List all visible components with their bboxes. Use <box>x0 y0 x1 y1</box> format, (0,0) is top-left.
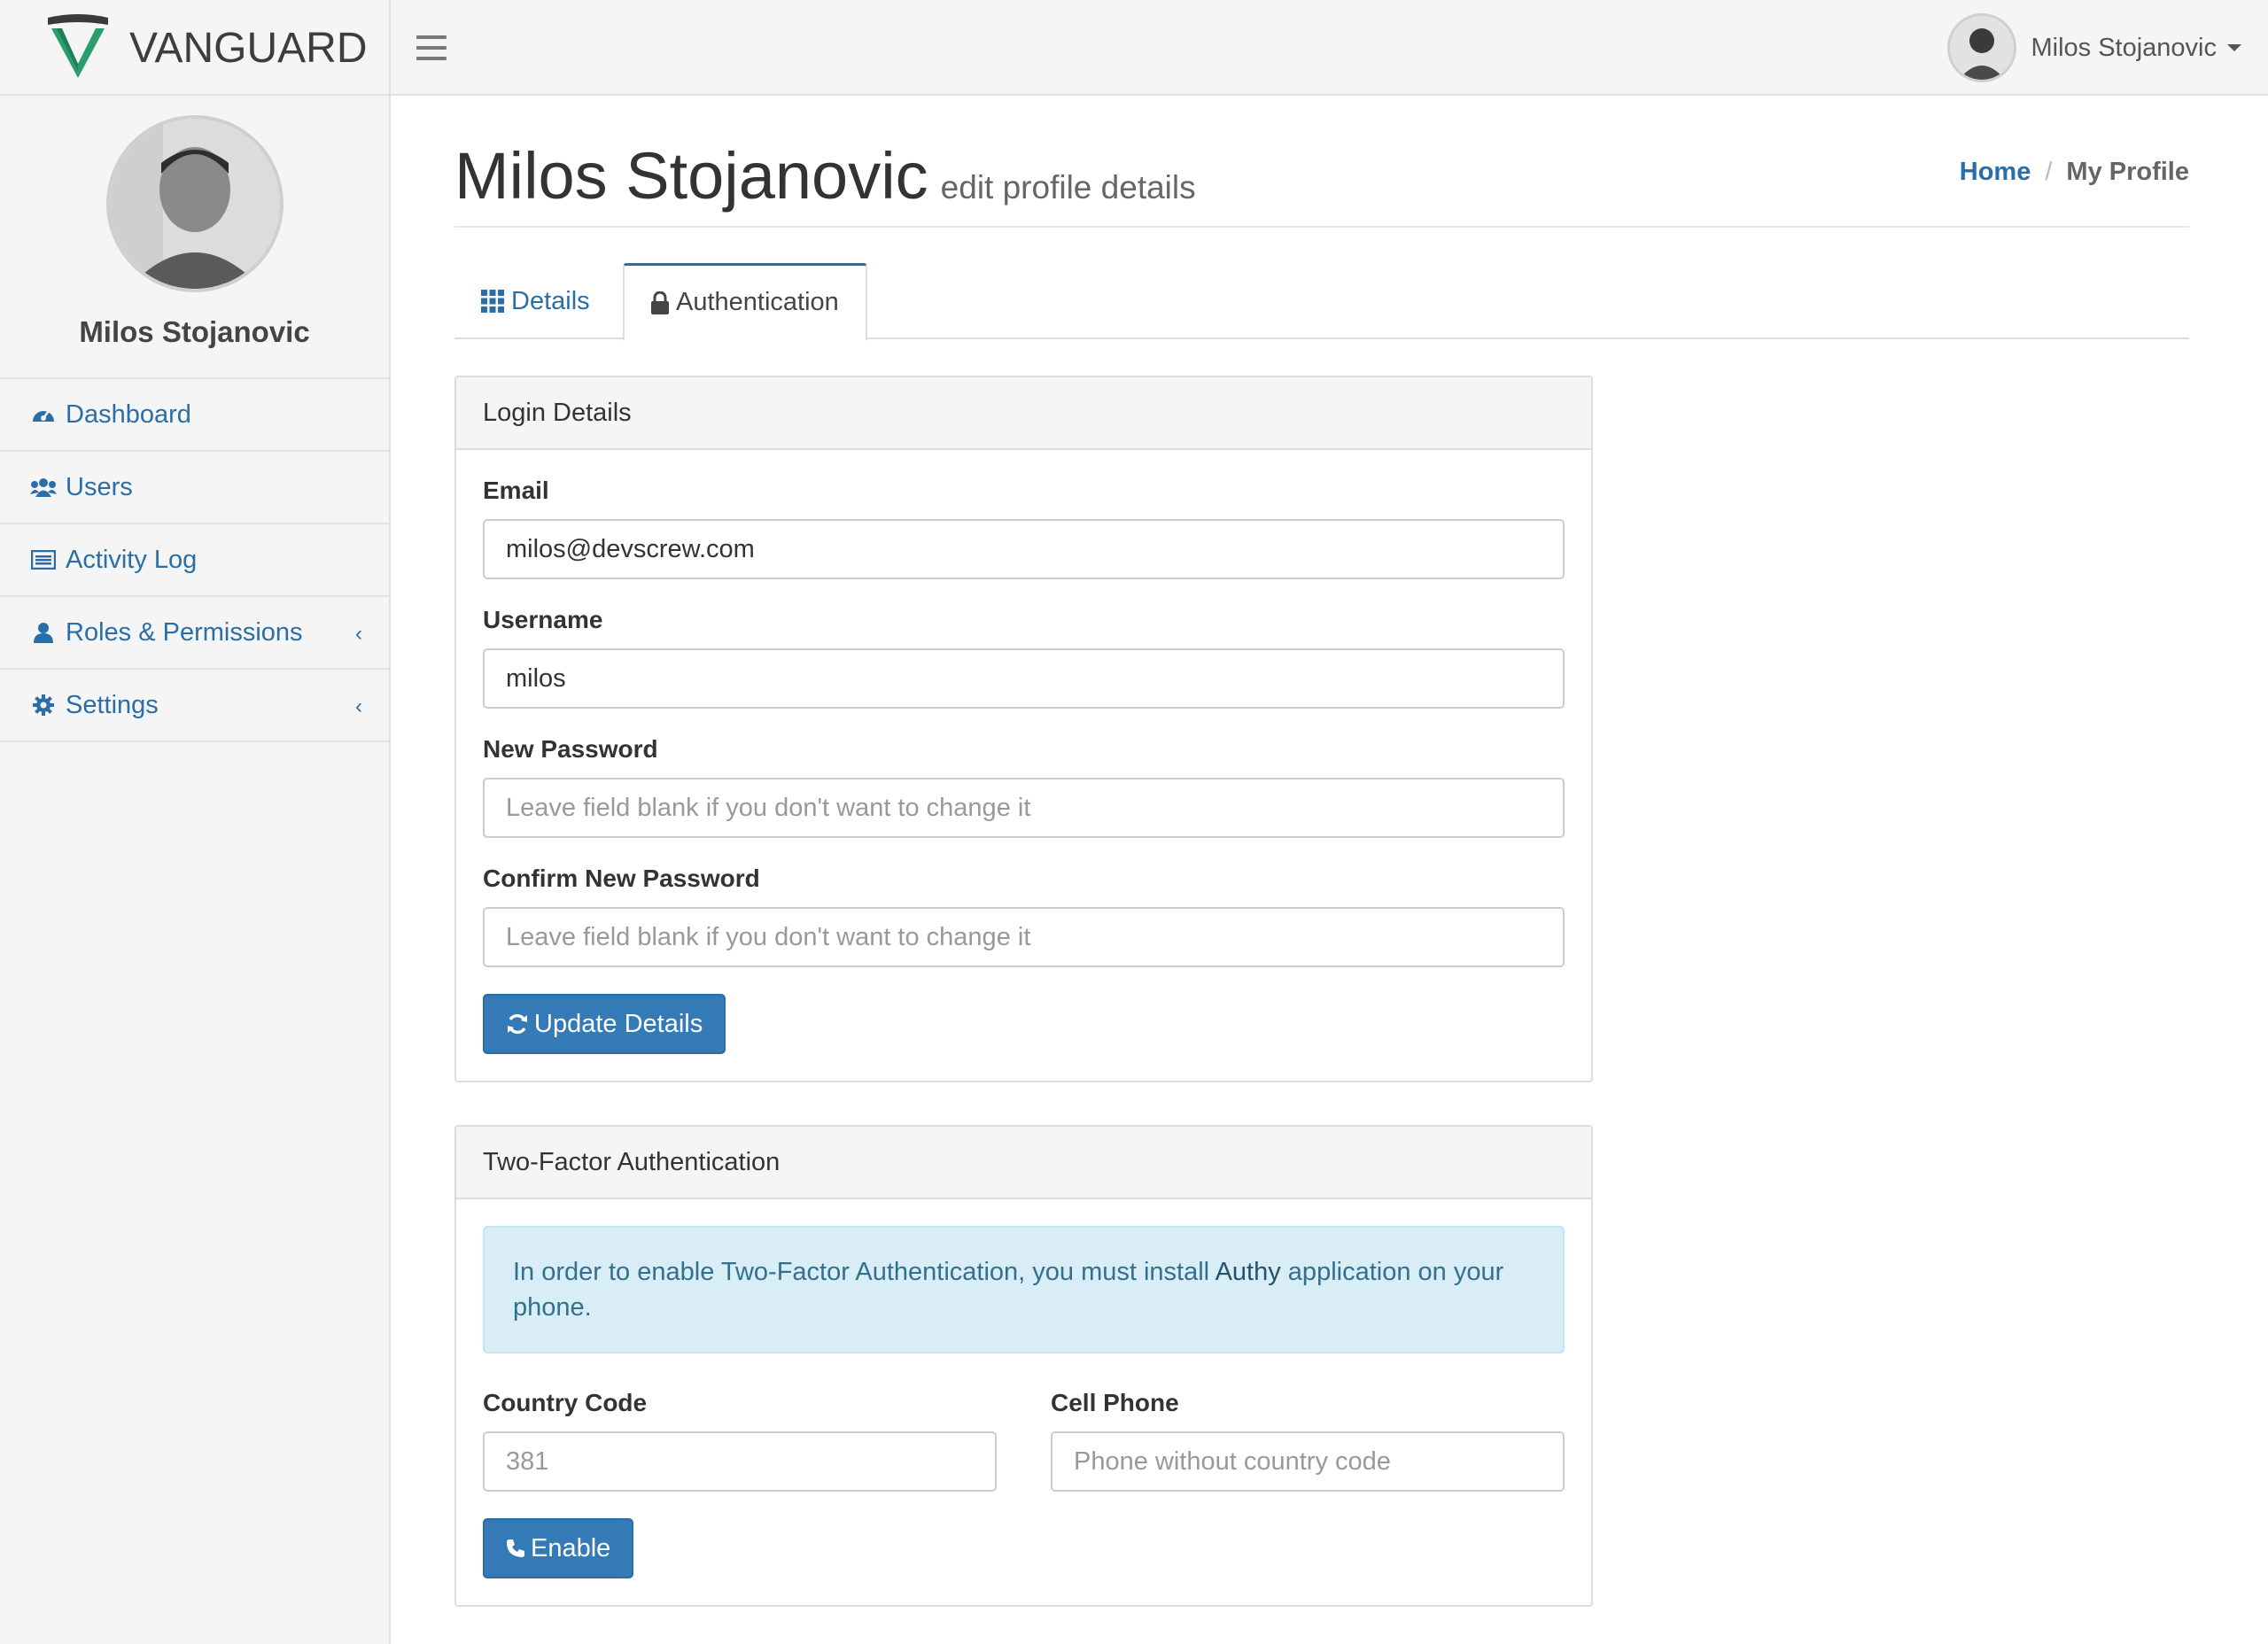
update-details-button[interactable]: Update Details <box>483 994 726 1054</box>
two-factor-panel: Two-Factor Authentication In order to en… <box>454 1125 1593 1607</box>
cell-phone-label: Cell Phone <box>1051 1389 1179 1416</box>
phone-icon <box>506 1539 525 1558</box>
grid-icon <box>481 290 504 313</box>
profile-name: Milos Stojanovic <box>79 315 310 348</box>
tab-label: Authentication <box>676 288 839 316</box>
page-title: Milos Stojanovic edit profile details <box>454 138 1196 213</box>
panel-heading: Two-Factor Authentication <box>456 1127 1591 1199</box>
sidebar-item-activity-log[interactable]: Activity Log <box>0 524 389 597</box>
sidebar-item-label: Roles & Permissions <box>66 617 303 647</box>
hamburger-icon[interactable] <box>416 35 447 60</box>
authy-info-alert: In order to enable Two-Factor Authentica… <box>483 1226 1565 1353</box>
panel-heading: Login Details <box>456 377 1591 450</box>
breadcrumb-home-link[interactable]: Home <box>1960 158 2031 186</box>
refresh-icon <box>506 1012 529 1035</box>
tab-details[interactable]: Details <box>454 263 617 339</box>
dashboard-icon <box>30 401 57 428</box>
shield-logo-icon <box>48 14 108 78</box>
cell-phone-field[interactable] <box>1051 1431 1565 1492</box>
country-code-field[interactable] <box>483 1431 997 1492</box>
user-icon <box>30 619 57 646</box>
sidebar-item-settings[interactable]: Settings ‹ <box>0 670 389 742</box>
authy-link[interactable]: Authy <box>1216 1258 1281 1286</box>
panel-body: Email Username New Password Confirm New … <box>456 450 1591 1081</box>
username-label: Username <box>483 606 603 633</box>
chevron-left-icon: ‹ <box>355 694 362 718</box>
sidebar-item-label: Users <box>66 472 133 501</box>
sidebar-profile: Milos Stojanovic <box>0 96 389 379</box>
sidebar-item-dashboard[interactable]: Dashboard <box>0 379 389 452</box>
email-label: Email <box>483 477 549 504</box>
new-password-group: New Password <box>483 735 1565 838</box>
new-password-label: New Password <box>483 735 658 763</box>
email-field[interactable] <box>483 519 1565 579</box>
cell-phone-group: Cell Phone <box>1051 1389 1565 1492</box>
brand-logo[interactable]: VANGUARD <box>0 0 391 96</box>
user-menu-name: Milos Stojanovic <box>2031 33 2217 62</box>
breadcrumb-separator: / <box>2045 158 2053 186</box>
chevron-left-icon: ‹ <box>355 622 362 646</box>
sidebar-item-label: Settings <box>66 690 159 719</box>
tab-authentication[interactable]: Authentication <box>623 263 867 341</box>
confirm-password-group: Confirm New Password <box>483 865 1565 967</box>
username-group: Username <box>483 606 1565 709</box>
username-field[interactable] <box>483 648 1565 709</box>
sidebar: Milos Stojanovic Dashboard Users Activit… <box>0 96 391 1644</box>
avatar <box>1947 13 2017 82</box>
confirm-password-label: Confirm New Password <box>483 865 760 892</box>
button-label: Update Details <box>534 1009 703 1038</box>
page-header: Milos Stojanovic edit profile details Hom… <box>454 96 2189 228</box>
list-icon <box>30 547 57 573</box>
page-title-text: Milos Stojanovic <box>454 139 928 213</box>
breadcrumb: Home / My Profile <box>1960 158 2189 187</box>
caret-down-icon <box>2227 44 2241 51</box>
country-code-label: Country Code <box>483 1389 648 1416</box>
email-group: Email <box>483 477 1565 579</box>
top-navbar: VANGUARD Milos Stojanovic <box>0 0 2268 96</box>
brand-name: VANGUARD <box>129 24 368 72</box>
profile-tabs: Details Authentication <box>454 263 2189 341</box>
page-subtitle: edit profile details <box>940 169 1196 206</box>
tab-label: Details <box>511 286 590 315</box>
sidebar-item-users[interactable]: Users <box>0 452 389 524</box>
breadcrumb-current: My Profile <box>2066 158 2189 186</box>
enable-2fa-button[interactable]: Enable <box>483 1518 634 1578</box>
sidebar-item-label: Dashboard <box>66 399 191 429</box>
users-icon <box>30 474 57 500</box>
sidebar-item-roles-permissions[interactable]: Roles & Permissions ‹ <box>0 597 389 670</box>
user-menu-dropdown[interactable]: Milos Stojanovic <box>1947 9 2241 87</box>
lock-icon <box>651 291 669 314</box>
new-password-field[interactable] <box>483 778 1565 838</box>
gear-icon <box>30 692 57 718</box>
panel-body: In order to enable Two-Factor Authentica… <box>456 1199 1591 1605</box>
sidebar-item-label: Activity Log <box>66 545 198 574</box>
button-label: Enable <box>531 1533 611 1563</box>
phone-row: Country Code Cell Phone <box>483 1389 1565 1518</box>
confirm-password-field[interactable] <box>483 907 1565 967</box>
country-code-group: Country Code <box>483 1389 997 1492</box>
login-details-panel: Login Details Email Username New Passwor… <box>454 376 1593 1082</box>
main-content: Milos Stojanovic edit profile details Hom… <box>454 96 2189 1607</box>
profile-avatar <box>105 115 284 292</box>
alert-text-prefix: In order to enable Two-Factor Authentica… <box>513 1258 1216 1286</box>
